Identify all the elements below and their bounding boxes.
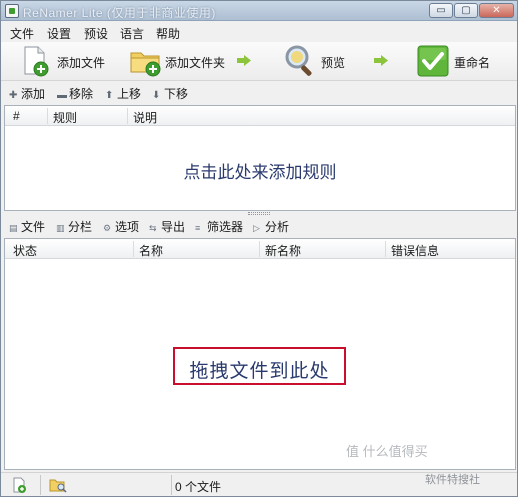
filters-menu-button[interactable]: ≡ 筛选器	[195, 218, 243, 235]
menu-help[interactable]: 帮助	[156, 25, 180, 42]
move-up-label: 上移	[117, 87, 142, 101]
files-toolbar: ▤ 文件 ▥ 分栏 ⚙ 选项 ⇆ 导出 ≡ 筛选器 ▷ 分析	[1, 215, 517, 236]
rename-button[interactable]: 重命名	[417, 44, 497, 78]
preview-button[interactable]: 预览	[284, 44, 349, 78]
files-col-status[interactable]: 状态	[13, 242, 37, 259]
app-logo-icon	[5, 4, 19, 18]
menu-language[interactable]: 语言	[120, 25, 144, 42]
maximize-button[interactable]: ▢	[454, 3, 478, 18]
analyze-menu-button[interactable]: ▷ 分析	[253, 218, 289, 235]
arrow-right-icon	[237, 55, 251, 66]
files-col-name[interactable]: 名称	[139, 242, 163, 259]
files-icon: ▤	[9, 223, 18, 233]
column-divider[interactable]	[133, 241, 134, 257]
columns-menu-button[interactable]: ▥ 分栏	[56, 218, 92, 235]
arrow-down-icon: ⬇	[152, 90, 161, 101]
files-menu-button[interactable]: ▤ 文件	[9, 218, 45, 235]
rules-list[interactable]: # 规则 说明 点击此处来添加规则	[4, 105, 516, 211]
plus-icon: ✚	[9, 90, 18, 101]
magnifier-icon	[285, 45, 312, 76]
options-menu-label: 选项	[115, 220, 140, 234]
arrow-up-icon: ⬆	[105, 90, 114, 101]
remove-rule-button[interactable]: ▬ 移除	[57, 85, 93, 102]
filter-icon: ≡	[195, 223, 201, 233]
menu-presets[interactable]: 预设	[84, 25, 108, 42]
preview-label: 预览	[321, 56, 346, 70]
files-table-header: 状态 名称 新名称 错误信息	[5, 239, 515, 259]
files-col-error[interactable]: 错误信息	[391, 242, 439, 259]
minimize-button[interactable]: ▭	[429, 3, 453, 18]
column-divider[interactable]	[385, 241, 386, 257]
watermark-source: 软件特搜社	[425, 474, 480, 486]
drop-files-hint: 拖拽文件到此处	[189, 361, 330, 382]
status-cell	[1, 475, 41, 495]
add-rule-label: 添加	[21, 87, 46, 101]
columns-icon: ▥	[56, 223, 65, 233]
rules-col-rule[interactable]: 规则	[53, 109, 77, 126]
close-button[interactable]: ✕	[479, 3, 514, 18]
status-cell	[42, 475, 172, 495]
export-menu-button[interactable]: ⇆ 导出	[149, 218, 185, 235]
rename-label: 重命名	[454, 56, 491, 70]
minus-icon: ▬	[57, 90, 67, 101]
columns-menu-label: 分栏	[68, 220, 93, 234]
files-list[interactable]: 状态 名称 新名称 错误信息 拖拽文件到此处	[4, 238, 516, 470]
rules-col-index[interactable]: #	[13, 109, 20, 123]
drop-zone[interactable]: 拖拽文件到此处	[173, 347, 346, 385]
window-title: ReNamer Lite (仅用于非商业使用)	[23, 6, 216, 20]
options-icon: ⚙	[103, 223, 112, 233]
files-col-new-name[interactable]: 新名称	[265, 242, 301, 259]
options-menu-button[interactable]: ⚙ 选项	[103, 218, 139, 235]
main-toolbar: 添加文件 添加文件夹 预览 重命名	[1, 42, 517, 81]
title-bar[interactable]: ReNamer Lite (仅用于非商业使用) ▭ ▢ ✕	[1, 1, 517, 21]
export-icon: ⇆	[149, 223, 157, 233]
menu-bar: 文件 设置 预设 语言 帮助	[1, 22, 517, 42]
add-rules-hint[interactable]: 点击此处来添加规则	[5, 158, 515, 183]
analyze-icon: ▷	[253, 223, 260, 233]
add-folder-icon	[130, 52, 161, 77]
add-files-button[interactable]: 添加文件	[19, 44, 114, 78]
add-file-small-icon[interactable]	[11, 477, 27, 493]
rules-col-description[interactable]: 说明	[133, 109, 157, 126]
export-menu-label: 导出	[161, 220, 186, 234]
file-count: 0 个文件	[175, 480, 222, 494]
files-menu-label: 文件	[21, 220, 46, 234]
move-down-label: 下移	[164, 87, 189, 101]
column-divider[interactable]	[47, 108, 48, 124]
folder-search-icon[interactable]	[49, 477, 67, 493]
move-down-button[interactable]: ⬇ 下移	[152, 85, 188, 102]
rules-toolbar: ✚ 添加 ▬ 移除 ⬆ 上移 ⬇ 下移	[1, 82, 517, 103]
menu-file[interactable]: 文件	[10, 25, 34, 42]
rules-table-header: # 规则 说明	[5, 106, 515, 126]
arrow-right-icon	[374, 55, 388, 66]
checkmark-icon	[417, 45, 449, 77]
column-divider[interactable]	[259, 241, 260, 257]
app-window: ReNamer Lite (仅用于非商业使用) ▭ ▢ ✕ 文件 设置 预设 语…	[0, 0, 518, 497]
analyze-menu-label: 分析	[265, 220, 290, 234]
add-folder-label: 添加文件夹	[165, 56, 226, 70]
filters-menu-label: 筛选器	[207, 220, 244, 234]
menu-settings[interactable]: 设置	[47, 25, 71, 42]
column-divider[interactable]	[127, 108, 128, 124]
add-rule-button[interactable]: ✚ 添加	[9, 85, 45, 102]
move-up-button[interactable]: ⬆ 上移	[105, 85, 141, 102]
watermark-brand: 值 什么值得买	[346, 444, 428, 459]
add-files-label: 添加文件	[57, 56, 106, 70]
remove-rule-label: 移除	[69, 87, 94, 101]
add-folder-button[interactable]: 添加文件夹	[129, 44, 254, 78]
add-file-icon	[24, 46, 49, 77]
